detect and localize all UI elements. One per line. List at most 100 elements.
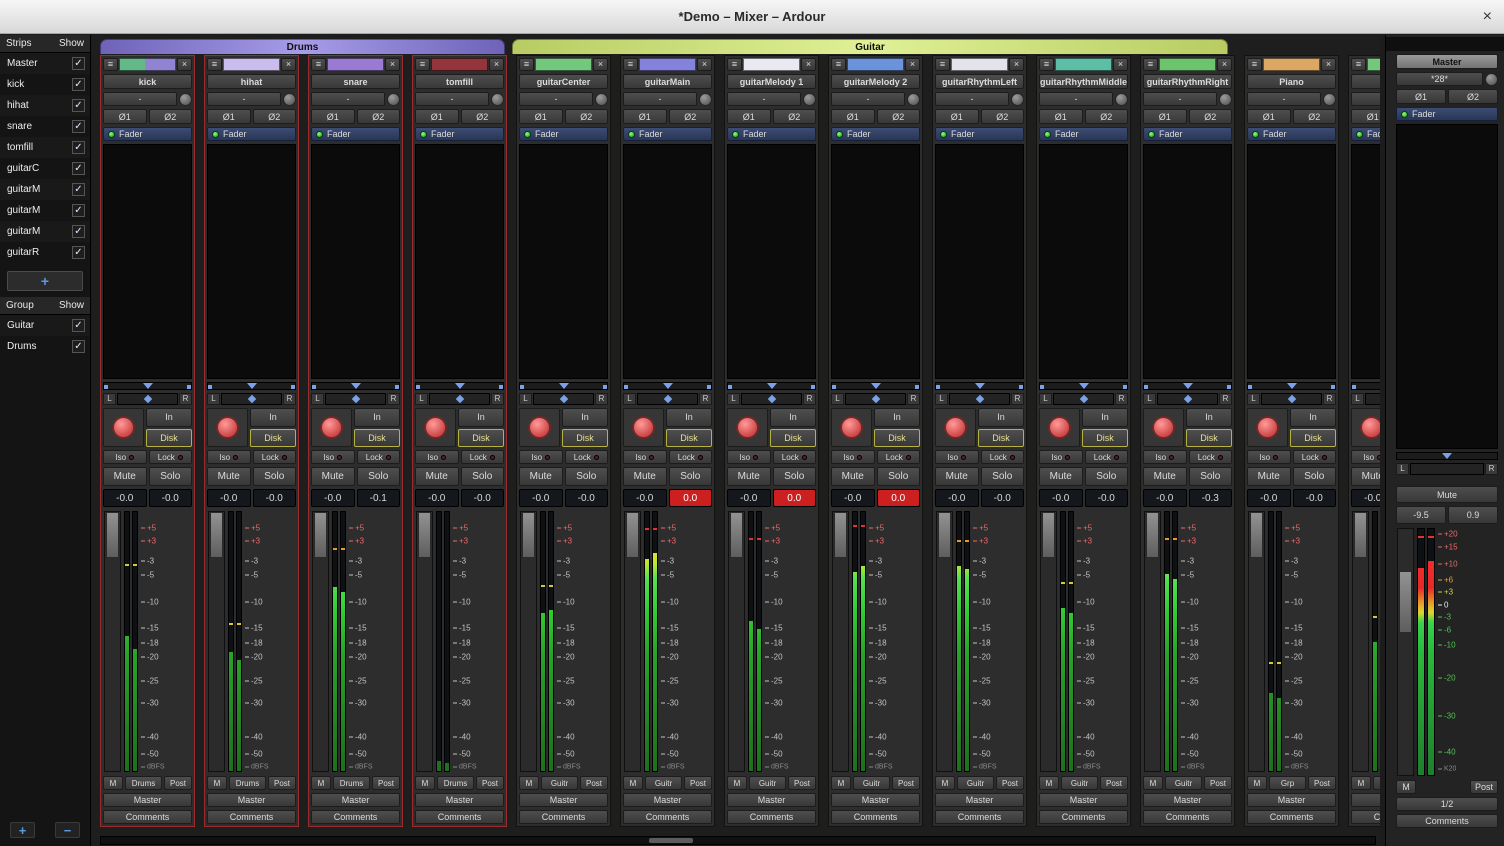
comments-button[interactable]: Comments — [727, 810, 816, 824]
solo-lock-button[interactable]: Lock — [253, 450, 297, 464]
strip-name-button[interactable]: guitarMelody 2 — [831, 74, 920, 89]
meter-position-button[interactable]: Post — [996, 776, 1024, 790]
output-button[interactable]: Master — [727, 793, 816, 807]
metering-point-button[interactable]: M — [311, 776, 331, 790]
trim-button[interactable]: - — [415, 92, 489, 106]
strip-name-button[interactable]: guitarCenter — [519, 74, 608, 89]
peak-display[interactable]: 0.0 — [669, 489, 713, 507]
group-button[interactable]: Guitr — [749, 776, 786, 790]
add-group-button[interactable]: + — [10, 822, 35, 838]
strip-name-button[interactable]: kick — [103, 74, 192, 89]
strip-close-button[interactable]: × — [593, 58, 608, 71]
trim-button[interactable]: - — [1039, 92, 1113, 106]
pan-width-control[interactable] — [831, 382, 920, 390]
comments-button[interactable]: Comments — [623, 810, 712, 824]
fader-slider[interactable] — [832, 511, 849, 772]
fader-header-button[interactable]: Fader — [103, 127, 192, 141]
gain-display[interactable]: -0.0 — [103, 489, 147, 507]
solo-isolate-button[interactable]: Iso — [207, 450, 251, 464]
solo-lock-button[interactable]: Lock — [1293, 450, 1337, 464]
horizontal-scrollbar[interactable] — [100, 836, 1376, 845]
solo-lock-button[interactable]: Lock — [149, 450, 193, 464]
solo-lock-button[interactable]: Lock — [357, 450, 401, 464]
phase-2-button[interactable]: Ø2 — [1189, 109, 1233, 124]
strip-name-button[interactable]: guitarRhythmLeft — [935, 74, 1024, 89]
window-close-button[interactable]: × — [1483, 0, 1492, 33]
monitor-input-button[interactable]: In — [562, 408, 608, 427]
record-arm-button[interactable] — [1247, 408, 1288, 447]
solo-button[interactable]: Solo — [461, 467, 505, 486]
fader-handle[interactable] — [938, 512, 951, 558]
processor-box[interactable] — [1247, 144, 1336, 379]
comments-button[interactable]: Comments — [831, 810, 920, 824]
comments-button[interactable]: Comments — [935, 810, 1024, 824]
phase-1-button[interactable]: Ø1 — [519, 109, 563, 124]
pan-width-control[interactable] — [1143, 382, 1232, 390]
solo-isolate-button[interactable]: Iso — [1039, 450, 1083, 464]
trim-button[interactable]: - — [1351, 92, 1380, 106]
master-gain-display[interactable]: -9.5 — [1396, 506, 1446, 524]
trim-button[interactable]: - — [103, 92, 177, 106]
peak-display[interactable]: -0.0 — [1085, 489, 1129, 507]
group-button[interactable]: Guitr — [853, 776, 890, 790]
strip-color-swatch[interactable] — [743, 58, 800, 71]
solo-lock-button[interactable]: Lock — [877, 450, 921, 464]
visibility-checkbox[interactable]: ✓ — [72, 225, 85, 238]
trim-button[interactable]: - — [831, 92, 905, 106]
master-metering-point-button[interactable]: M — [1396, 780, 1416, 794]
mute-button[interactable]: Mute — [415, 467, 459, 486]
group-tab-guitar[interactable]: Guitar — [512, 39, 1228, 54]
pan-width-control[interactable] — [519, 382, 608, 390]
sidebar-group-row[interactable]: Drums✓ — [0, 336, 90, 357]
peak-display[interactable]: -0.0 — [253, 489, 297, 507]
strip-name-button[interactable]: tomfill — [415, 74, 504, 89]
group-button[interactable]: Drums — [229, 776, 266, 790]
fader-slider[interactable] — [1040, 511, 1057, 772]
record-arm-button[interactable] — [831, 408, 872, 447]
meter-position-button[interactable]: Post — [1100, 776, 1128, 790]
trim-button[interactable]: - — [727, 92, 801, 106]
meter-position-button[interactable]: Post — [580, 776, 608, 790]
peak-display[interactable]: -0.0 — [149, 489, 193, 507]
solo-button[interactable]: Solo — [1189, 467, 1233, 486]
strip-color-swatch[interactable] — [327, 58, 384, 71]
metering-point-button[interactable]: M — [1143, 776, 1163, 790]
meter-position-button[interactable]: Post — [164, 776, 192, 790]
trim-knob[interactable] — [1323, 93, 1336, 106]
mute-button[interactable]: Mute — [727, 467, 771, 486]
processor-box[interactable] — [103, 144, 192, 379]
monitor-disk-button[interactable]: Disk — [562, 429, 608, 448]
pan-position-control[interactable] — [221, 393, 282, 405]
monitor-disk-button[interactable]: Disk — [250, 429, 296, 448]
record-arm-button[interactable] — [311, 408, 352, 447]
monitor-input-button[interactable]: In — [250, 408, 296, 427]
sidebar-group-row[interactable]: Guitar✓ — [0, 315, 90, 336]
monitor-disk-button[interactable]: Disk — [770, 429, 816, 448]
fader-header-button[interactable]: Fader — [311, 127, 400, 141]
gain-display[interactable]: -0.0 — [1351, 489, 1380, 507]
visibility-checkbox[interactable]: ✓ — [72, 204, 85, 217]
phase-1-button[interactable]: Ø1 — [311, 109, 355, 124]
group-button[interactable]: Guitr — [1165, 776, 1202, 790]
gain-display[interactable]: -0.0 — [1247, 489, 1291, 507]
master-trim-knob[interactable] — [1485, 73, 1498, 86]
metering-point-button[interactable]: M — [935, 776, 955, 790]
strip-close-button[interactable]: × — [1217, 58, 1232, 71]
peak-display[interactable]: -0.0 — [565, 489, 609, 507]
comments-button[interactable]: Comments — [311, 810, 400, 824]
monitor-input-button[interactable]: In — [354, 408, 400, 427]
phase-2-button[interactable]: Ø2 — [253, 109, 297, 124]
fader-header-button[interactable]: Fader — [935, 127, 1024, 141]
phase-1-button[interactable]: Ø1 — [1039, 109, 1083, 124]
record-arm-button[interactable] — [207, 408, 248, 447]
pan-width-control[interactable] — [1039, 382, 1128, 390]
mute-button[interactable]: Mute — [519, 467, 563, 486]
trim-knob[interactable] — [179, 93, 192, 106]
phase-1-button[interactable]: Ø1 — [103, 109, 147, 124]
strip-name-button[interactable]: Piano — [1247, 74, 1336, 89]
comments-button[interactable]: Comments — [1039, 810, 1128, 824]
fader-header-button[interactable]: Fader — [831, 127, 920, 141]
pan-position-control[interactable] — [1365, 393, 1380, 405]
fader-handle[interactable] — [1250, 512, 1263, 558]
strip-color-swatch[interactable] — [847, 58, 904, 71]
